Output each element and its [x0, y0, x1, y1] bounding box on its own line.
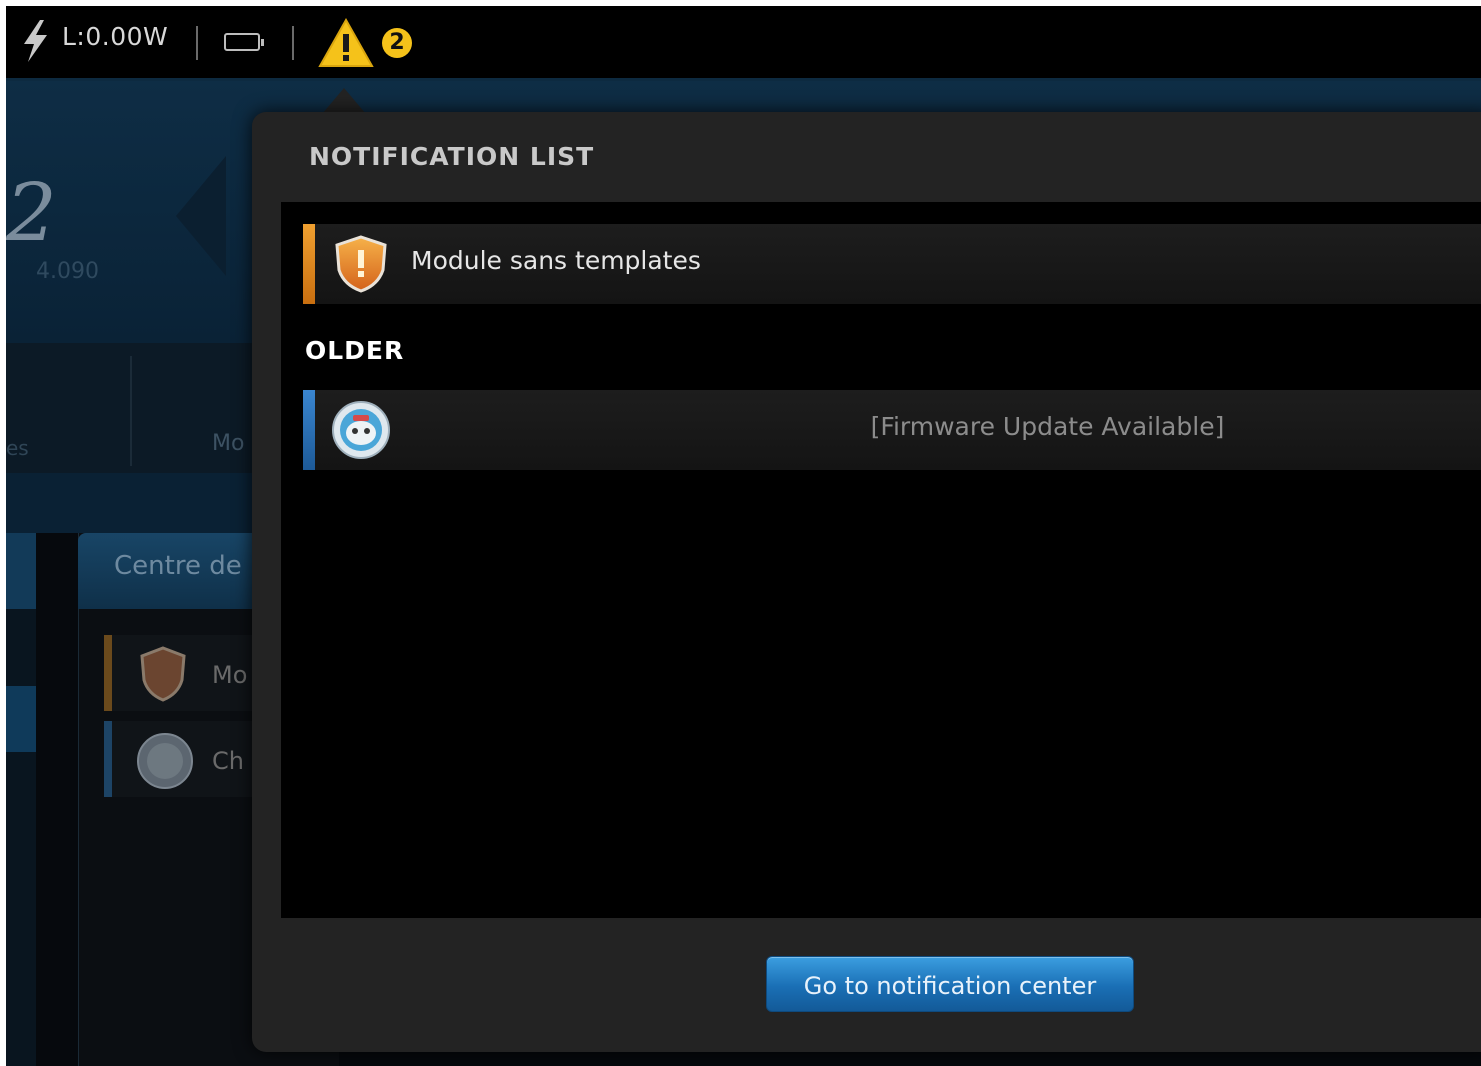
- background-panel-title: Centre de: [114, 551, 242, 581]
- notification-text: [Firmware Update Available]: [870, 412, 1225, 441]
- background-sidebar-selected[interactable]: [6, 686, 36, 752]
- background-item-text: Mo: [212, 661, 248, 689]
- warning-count-badge[interactable]: 2: [382, 28, 412, 58]
- warning-icon[interactable]: [318, 18, 374, 68]
- background-logo: 2: [6, 166, 57, 259]
- background-item-bar: [104, 635, 112, 711]
- divider: [196, 26, 198, 60]
- notification-popup: NOTIFICATION LIST Module sans templates: [252, 112, 1481, 1052]
- robot-face-icon: [137, 733, 193, 789]
- divider: [292, 26, 294, 60]
- background-tab-divider: [130, 356, 132, 466]
- background-sidebar: [6, 533, 36, 1066]
- notification-item[interactable]: Module sans templates: [303, 224, 1481, 304]
- battery-icon[interactable]: [224, 33, 264, 51]
- notification-text: Module sans templates: [411, 246, 701, 275]
- lightning-bolt-icon: [24, 20, 47, 62]
- popup-title: NOTIFICATION LIST: [309, 142, 595, 171]
- popup-pointer: [322, 88, 366, 114]
- shield-warning-icon: [335, 235, 387, 293]
- power-readout: L:0.00W: [62, 22, 169, 51]
- screen: L:0.00W 2 2 4.090 es Mo Centre de Mo Ch …: [6, 6, 1481, 1066]
- background-item-bar: [104, 721, 112, 797]
- background-logo-sub: 4.090: [36, 259, 99, 284]
- notification-list: Module sans templates OLDER [Firmware Up…: [281, 202, 1481, 918]
- background-tab-2[interactable]: Mo: [212, 431, 244, 456]
- background-tab-1[interactable]: es: [6, 436, 29, 460]
- background-arrow: [176, 156, 226, 276]
- go-to-notification-center-button[interactable]: Go to notification center: [766, 956, 1134, 1012]
- status-bar: L:0.00W 2: [6, 6, 1481, 81]
- notification-item[interactable]: [Firmware Update Available]: [303, 390, 1481, 470]
- background-item-text: Ch: [212, 747, 244, 775]
- section-header-older: OLDER: [305, 336, 405, 365]
- notification-status-bar: [303, 224, 315, 304]
- background-sidebar-block[interactable]: [6, 533, 36, 609]
- shield-warning-icon: [140, 646, 186, 702]
